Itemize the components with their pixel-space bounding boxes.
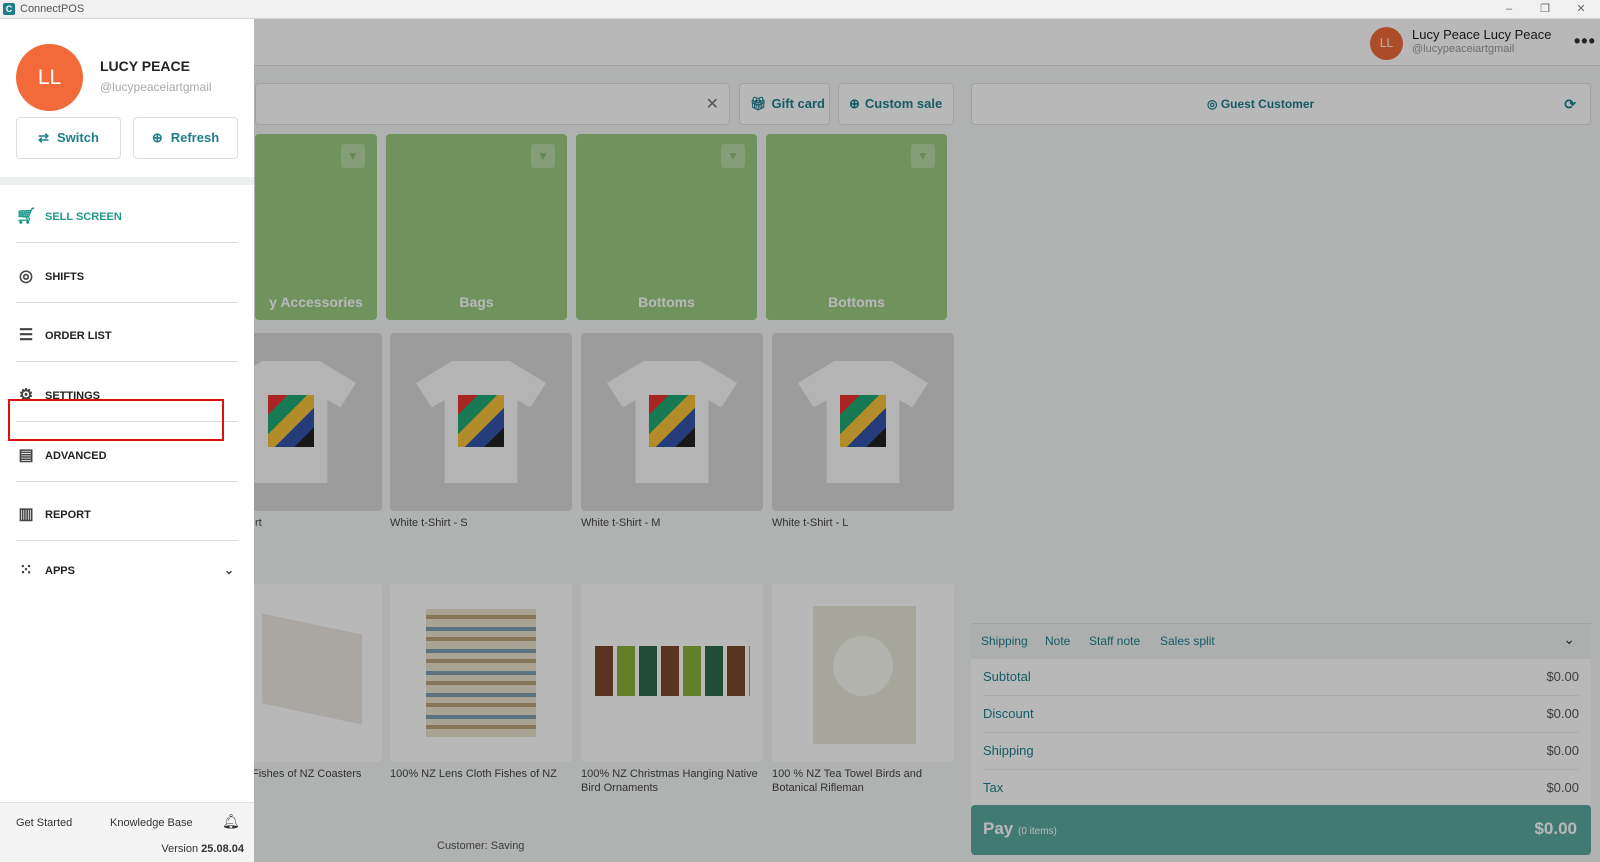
- side-drawer: LL LUCY PEACE @lucypeaceiartgmail ⇄ Switc…: [0, 19, 254, 862]
- settings-highlight-box: [8, 399, 224, 441]
- window-titlebar: C ConnectPOS – ❐ ✕: [0, 0, 1600, 19]
- drawer-user-handle: @lucypeaceiartgmail: [100, 80, 212, 94]
- advanced-icon: ▤: [18, 447, 34, 464]
- refresh-button[interactable]: ⊕ Refresh: [133, 117, 238, 159]
- version-info: Version 25.08.04: [161, 843, 244, 855]
- menu-item-apps[interactable]: ⁙ APPS ⌄: [16, 543, 238, 597]
- menu-item-order-list[interactable]: ☰ ORDER LIST: [16, 308, 238, 362]
- version-number: 25.08.04: [201, 843, 244, 855]
- knowledge-base-link[interactable]: Knowledge Base: [110, 817, 193, 829]
- bell-icon[interactable]: 🔔︎: [222, 813, 240, 830]
- restore-button[interactable]: ❐: [1530, 1, 1560, 17]
- menu-item-sell-screen[interactable]: 🛒︎ SELL SCREEN: [16, 189, 238, 243]
- switch-button[interactable]: ⇄ Switch: [16, 117, 121, 159]
- refresh-icon: ⊕: [151, 130, 163, 145]
- minimize-button[interactable]: –: [1494, 1, 1524, 17]
- report-icon: ▥: [18, 506, 34, 523]
- chevron-down-icon[interactable]: ⌄: [224, 563, 234, 577]
- drawer-footer: Get Started Knowledge Base 🔔︎ Version 25…: [0, 802, 254, 862]
- avatar: LL: [16, 44, 83, 111]
- app-logo-icon: C: [3, 3, 15, 15]
- shifts-icon: ◎: [19, 268, 33, 285]
- close-window-button[interactable]: ✕: [1566, 1, 1596, 17]
- grid-icon: ⁙: [19, 562, 33, 579]
- divider: [0, 177, 254, 185]
- get-started-link[interactable]: Get Started: [16, 817, 72, 829]
- switch-arrows-icon: ⇄: [38, 130, 49, 145]
- drawer-user-name: LUCY PEACE: [100, 58, 190, 74]
- cart-icon: 🛒︎: [16, 208, 37, 225]
- menu-item-shifts[interactable]: ◎ SHIFTS: [16, 249, 238, 303]
- receipt-icon: ☰: [18, 327, 34, 344]
- window-title: ConnectPOS: [20, 3, 85, 15]
- menu-item-report[interactable]: ▥ REPORT: [16, 487, 238, 541]
